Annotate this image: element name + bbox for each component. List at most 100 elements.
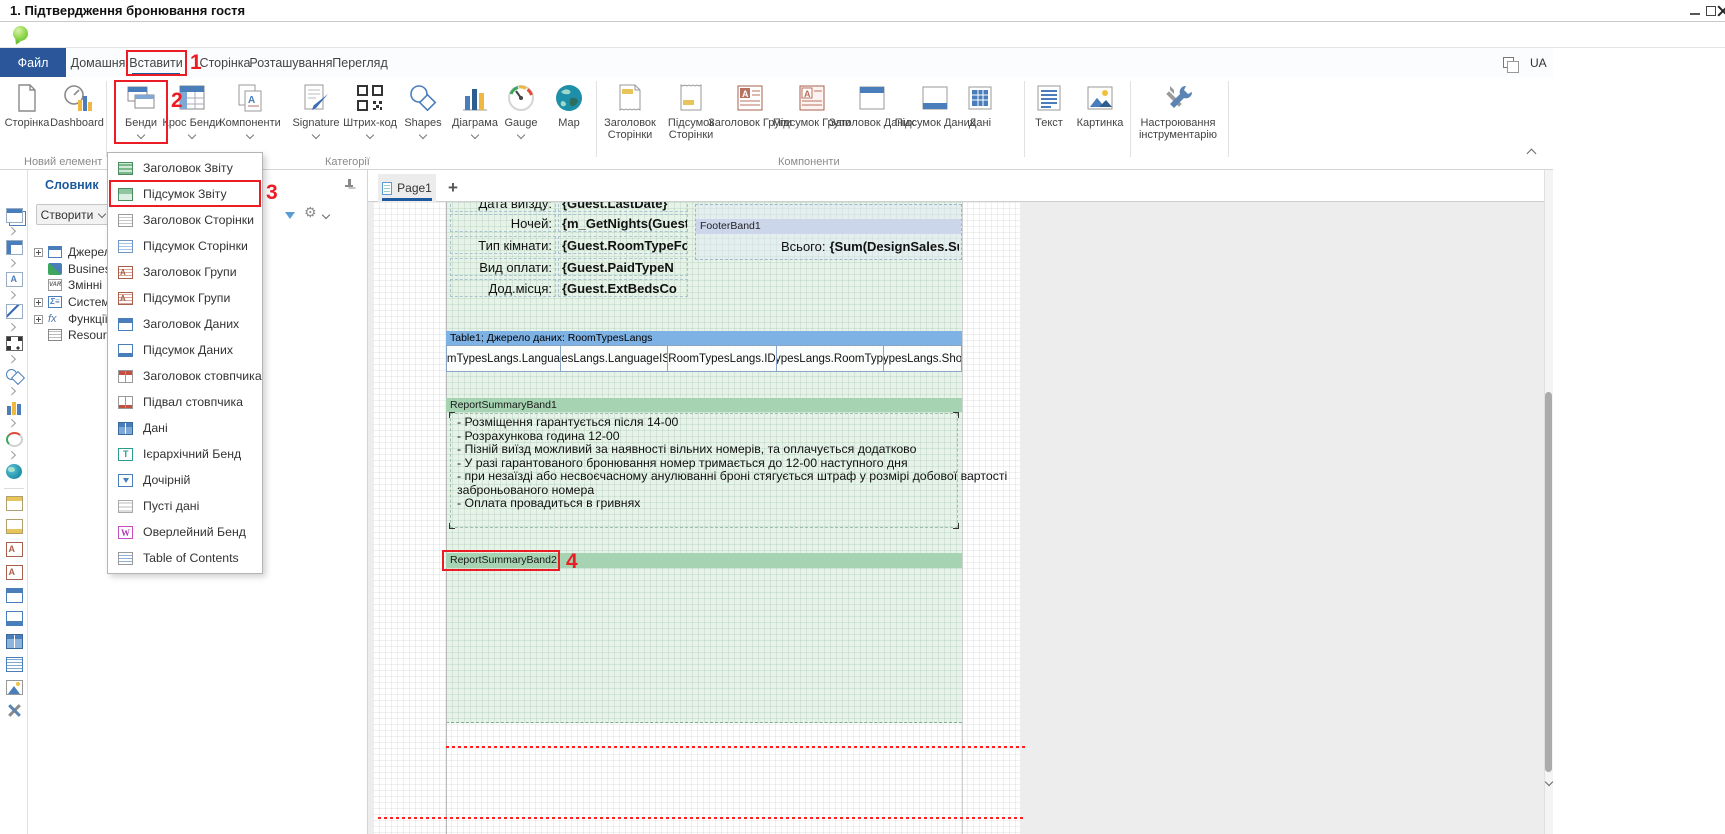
gauge-icon[interactable] [5, 432, 23, 447]
text-button[interactable]: Текст [1029, 82, 1069, 129]
shapes-button[interactable]: Shapes [400, 82, 446, 138]
menu-item-overlay-band[interactable]: Оверлейний Бенд [108, 519, 262, 545]
field-label[interactable]: Ночей: [450, 214, 556, 232]
chevron-right-icon[interactable] [9, 260, 15, 266]
tab-file[interactable]: Файл [0, 48, 66, 77]
add-page-button[interactable]: + [448, 178, 458, 198]
collapse-ribbon-icon[interactable] [1527, 148, 1537, 156]
table-cell[interactable]: ypesLangs.LanguageISO [561, 345, 668, 372]
maximize-icon[interactable] [1706, 6, 1716, 16]
barcode-button[interactable]: Штрих-код [343, 82, 397, 138]
report-canvas[interactable]: Дата виїзду: {Guest.LastDate} Ночей: {m_… [368, 202, 1553, 834]
chevron-right-icon[interactable] [9, 452, 15, 458]
footer-band-header[interactable]: FooterBand1 [696, 219, 961, 234]
menu-item-child-band[interactable]: Дочірній [108, 467, 262, 493]
report-page[interactable]: Дата виїзду: {Guest.LastDate} Ночей: {m_… [373, 202, 1020, 834]
field-value[interactable]: {m_GetNights(Guest. [558, 214, 688, 232]
picture-button[interactable]: Картинка [1075, 82, 1125, 129]
menu-item-group-header[interactable]: Заголовок Групи [108, 259, 262, 285]
field-label[interactable]: Дод.місця: [450, 279, 556, 297]
chevron-right-icon[interactable] [9, 388, 15, 394]
report-summary-band1-header[interactable]: ReportSummaryBand1 [446, 398, 962, 412]
field-value[interactable]: {Guest.RoomTypeFor [558, 236, 688, 254]
table-cell[interactable]: nTypesLangs.RoomTypeN [777, 345, 884, 372]
gauge-button[interactable]: Gauge [500, 82, 542, 138]
chevron-right-icon[interactable] [9, 324, 15, 330]
page-header-band-icon[interactable] [5, 496, 23, 511]
menu-item-table-of-contents[interactable]: Table of Contents [108, 545, 262, 571]
footer-band-total[interactable]: Всього: {Sum(DesignSales.Sui [781, 238, 959, 255]
data-band-icon[interactable] [5, 634, 23, 649]
chart-button[interactable]: Діаграма [450, 82, 500, 138]
minimize-icon[interactable] [1690, 13, 1700, 15]
chart-icon[interactable] [5, 400, 23, 415]
bands-icon[interactable] [5, 208, 23, 223]
field-label[interactable]: Дата виїзду: [450, 202, 556, 212]
table-band-header[interactable]: Table1; Джерело даних: RoomTypesLangs [446, 331, 962, 345]
chevron-right-icon[interactable] [9, 420, 15, 426]
menu-item-column-footer[interactable]: Підвал стовпчика [108, 389, 262, 415]
expand-icon[interactable] [34, 315, 43, 324]
create-button[interactable]: Створити [36, 204, 110, 225]
map-icon[interactable] [5, 464, 23, 479]
menu-item-hierarchical-band[interactable]: Ієрархічний Бенд [108, 441, 262, 467]
table-cell[interactable]: omTypesLangs.Languag [446, 345, 561, 372]
scrollbar-thumb[interactable] [1545, 392, 1552, 772]
chevron-right-icon[interactable] [9, 228, 15, 234]
balloon-icon[interactable] [13, 26, 28, 41]
picture-icon[interactable] [5, 680, 23, 695]
signature-button[interactable]: Signature [288, 82, 344, 138]
text-icon[interactable] [5, 657, 23, 672]
data-footer-button[interactable]: Підсумок Даних [906, 82, 964, 129]
menu-item-data-footer[interactable]: Підсумок Даних [108, 337, 262, 363]
field-label[interactable]: Вид оплати: [450, 258, 556, 276]
menu-item-group-footer[interactable]: Підсумок Групи [108, 285, 262, 311]
data-header-band-icon[interactable] [5, 588, 23, 603]
cross-bands-icon[interactable] [5, 240, 23, 255]
tree-item-variables[interactable]: VAR Змінні [48, 277, 102, 293]
tools-icon[interactable] [5, 703, 23, 718]
menu-item-report-title[interactable]: Заголовок Звіту [108, 155, 262, 181]
shapes-icon[interactable] [5, 368, 23, 383]
chevron-right-icon[interactable] [9, 292, 15, 298]
table-cell[interactable]: {RoomTypesLangs.ID} [668, 345, 777, 372]
components-icon[interactable] [5, 272, 23, 287]
tree-item-functions[interactable]: fx Функції [34, 311, 108, 327]
window-layout-icon[interactable] [1503, 57, 1514, 68]
tab-home[interactable]: Домашня [72, 48, 124, 77]
table-cell[interactable]: omTypesLangs.Shorteni [884, 345, 962, 372]
tree-item-data-sources[interactable]: Джерела [34, 244, 117, 260]
menu-item-page-footer[interactable]: Підсумок Сторінки [108, 233, 262, 259]
menu-item-data-header[interactable]: Заголовок Даних [108, 311, 262, 337]
page-footer-button[interactable]: Підсумок Сторінки [661, 82, 721, 141]
tab-layout[interactable]: Розташування [258, 48, 324, 77]
menu-item-empty-data[interactable]: Пусті дані [108, 493, 262, 519]
chevron-down-icon[interactable] [322, 212, 329, 219]
dashboard-button[interactable]: Dashboard [51, 82, 103, 129]
language-badge[interactable]: UA [1530, 56, 1547, 70]
footer-band[interactable]: FooterBand1 Всього: {Sum(DesignSales.Sui [695, 204, 962, 260]
signature-icon[interactable] [5, 304, 23, 319]
field-value[interactable]: {Guest.PaidTypeN [558, 258, 688, 276]
barcode-icon[interactable] [5, 336, 23, 351]
expand-icon[interactable] [34, 248, 43, 257]
sort-icon[interactable] [285, 212, 295, 219]
field-label[interactable]: Тип кімнати: [450, 236, 556, 254]
close-icon[interactable] [1716, 2, 1725, 18]
menu-item-page-header[interactable]: Заголовок Сторінки [108, 207, 262, 233]
data-footer-band-icon[interactable] [5, 611, 23, 626]
tab-preview[interactable]: Перегляд [334, 48, 386, 77]
gear-icon[interactable]: ⚙ [304, 204, 317, 221]
chevron-right-icon[interactable] [9, 356, 15, 362]
toolbox-settings-button[interactable]: Настроювання інструментарію [1133, 82, 1223, 141]
tab-page[interactable]: Сторінка [200, 48, 250, 77]
summary-text-block[interactable]: - Розміщення гарантується після 14-00 - … [450, 413, 958, 528]
field-value[interactable]: {Guest.LastDate} [558, 202, 688, 212]
components-button[interactable]: A Компоненти [219, 82, 281, 138]
group-footer-band-icon[interactable] [5, 565, 23, 580]
map-button[interactable]: Map [549, 82, 589, 129]
group-header-band-icon[interactable] [5, 542, 23, 557]
menu-item-column-header[interactable]: Заголовок стовпчика [108, 363, 262, 389]
expand-icon[interactable] [34, 298, 43, 307]
menu-item-data-band[interactable]: Дані [108, 415, 262, 441]
